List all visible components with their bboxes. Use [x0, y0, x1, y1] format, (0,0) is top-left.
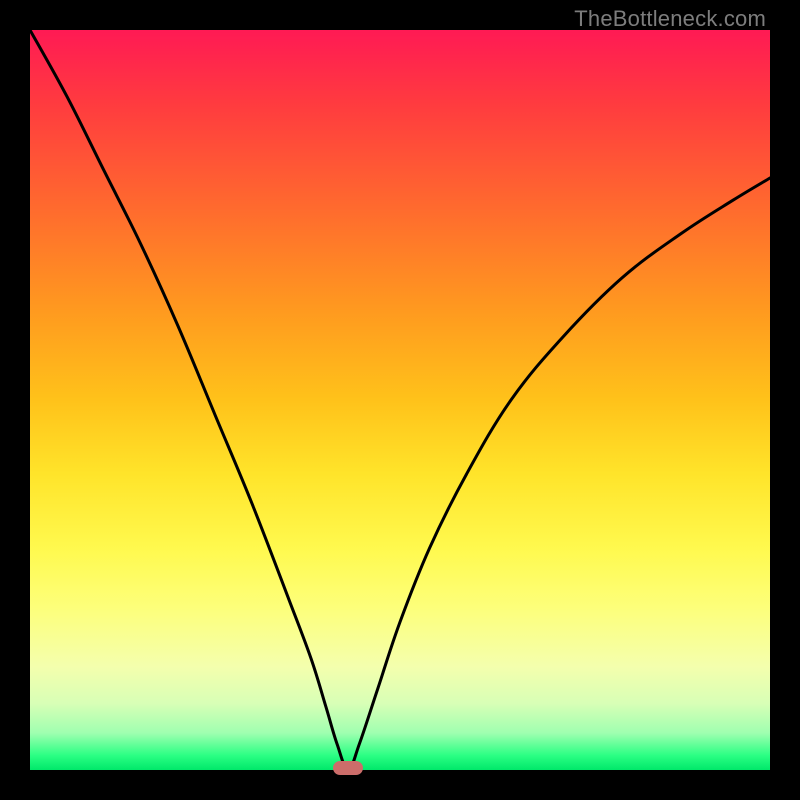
watermark-text: TheBottleneck.com — [574, 6, 766, 32]
bottleneck-curve — [30, 30, 770, 770]
curve-path — [30, 30, 770, 770]
chart-frame — [30, 30, 770, 770]
plot-area — [30, 30, 770, 770]
optimum-marker — [333, 761, 363, 775]
